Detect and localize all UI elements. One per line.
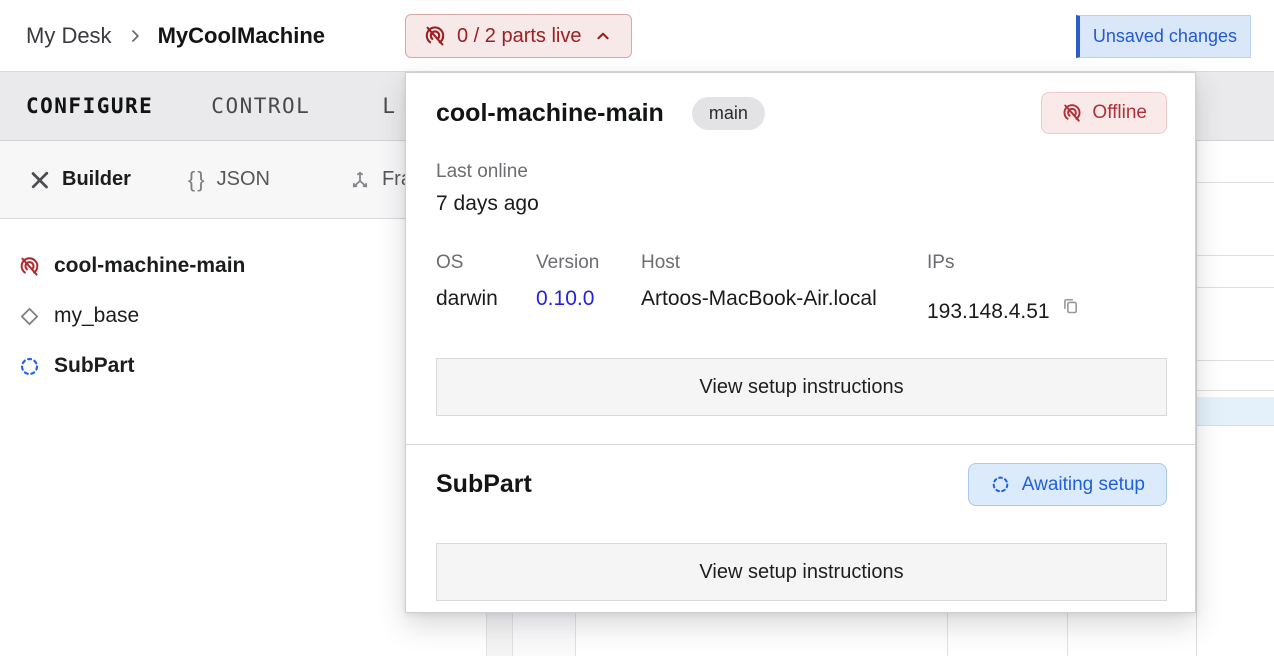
column-divider bbox=[575, 613, 576, 656]
column-divider bbox=[947, 613, 948, 656]
offline-status-label: Offline bbox=[1092, 102, 1147, 124]
frame-axes-icon bbox=[348, 168, 372, 192]
parts-live-status-dropdown[interactable]: 0 / 2 parts live bbox=[405, 14, 632, 58]
version-link[interactable]: 0.10.0 bbox=[536, 287, 641, 311]
mode-builder[interactable]: Builder bbox=[28, 168, 131, 192]
offline-status-badge: Offline bbox=[1041, 92, 1167, 134]
part-name: SubPart bbox=[436, 470, 532, 499]
dashed-circle-icon bbox=[990, 474, 1011, 495]
diamond-icon bbox=[18, 305, 41, 328]
tab-control[interactable]: CONTROL bbox=[211, 94, 310, 118]
awaiting-setup-label: Awaiting setup bbox=[1022, 474, 1145, 496]
version-label: Version bbox=[536, 252, 641, 274]
last-online-value: 7 days ago bbox=[436, 192, 1167, 216]
braces-icon: {} bbox=[188, 167, 207, 193]
mode-json-label: JSON bbox=[217, 168, 270, 191]
sub-part-header: SubPart Awaiting setup bbox=[436, 463, 1167, 506]
sidebar-item-my-base[interactable]: my_base bbox=[0, 291, 404, 341]
top-bar: My Desk MyCoolMachine 0 / 2 parts live U… bbox=[0, 0, 1274, 71]
host-column: Host Artoos-MacBook-Air.local bbox=[641, 252, 927, 324]
tab-logs-partial[interactable]: L bbox=[382, 94, 396, 118]
column-divider bbox=[486, 613, 487, 656]
ip-row: 193.148.4.51 bbox=[927, 287, 1167, 324]
host-label: Host bbox=[641, 252, 927, 274]
sidebar-item-label: SubPart bbox=[54, 354, 135, 378]
machine-status-panel: cool-machine-main main Offline Last onli… bbox=[405, 72, 1196, 613]
parts-live-label: 0 / 2 parts live bbox=[457, 25, 582, 48]
row-divider bbox=[1197, 360, 1274, 361]
tools-icon bbox=[28, 168, 52, 192]
last-online-label: Last online bbox=[436, 161, 1167, 183]
sidebar-item-label: cool-machine-main bbox=[54, 254, 245, 278]
mode-json[interactable]: {} JSON bbox=[188, 167, 270, 193]
chevron-up-icon bbox=[592, 25, 614, 47]
main-part-section: cool-machine-main main Offline Last onli… bbox=[406, 73, 1195, 416]
column-divider bbox=[1067, 613, 1068, 656]
main-part-badge: main bbox=[692, 97, 765, 130]
main-part-header: cool-machine-main main Offline bbox=[436, 91, 1167, 135]
os-value: darwin bbox=[436, 287, 536, 311]
row-divider bbox=[1197, 287, 1274, 288]
part-info-grid: OS darwin Version 0.10.0 Host Artoos-Mac… bbox=[436, 252, 1167, 324]
awaiting-setup-badge: Awaiting setup bbox=[968, 463, 1167, 506]
breadcrumb-machine-name: MyCoolMachine bbox=[158, 23, 325, 49]
machine-parts-sidebar: cool-machine-main my_base SubPart bbox=[0, 241, 404, 391]
row-divider bbox=[1197, 425, 1274, 426]
wifi-off-icon bbox=[1061, 102, 1083, 124]
sub-part-section: SubPart Awaiting setup View setup instru… bbox=[406, 445, 1195, 601]
row-divider bbox=[1197, 390, 1274, 391]
ips-label: IPs bbox=[927, 252, 1167, 274]
mode-builder-label: Builder bbox=[62, 168, 131, 191]
chevron-right-icon bbox=[125, 26, 145, 46]
copy-icon[interactable] bbox=[1060, 295, 1081, 316]
unsaved-changes-label: Unsaved changes bbox=[1093, 26, 1237, 47]
column-divider bbox=[512, 613, 513, 656]
background-table-bottom-edge bbox=[404, 613, 1196, 656]
breadcrumb-my-desk[interactable]: My Desk bbox=[26, 23, 112, 49]
wifi-off-icon bbox=[423, 24, 447, 48]
background-table-right-edge bbox=[1196, 141, 1274, 656]
ips-column: IPs 193.148.4.51 bbox=[927, 252, 1167, 324]
tab-configure[interactable]: CONFIGURE bbox=[26, 94, 153, 118]
os-column: OS darwin bbox=[436, 252, 536, 324]
os-label: OS bbox=[436, 252, 536, 274]
mode-frame[interactable]: Fra bbox=[348, 168, 412, 192]
row-divider bbox=[1197, 182, 1274, 183]
version-column: Version 0.10.0 bbox=[536, 252, 641, 324]
ip-value: 193.148.4.51 bbox=[927, 300, 1050, 324]
unsaved-changes-badge: Unsaved changes bbox=[1076, 15, 1251, 58]
dashed-circle-icon bbox=[18, 355, 41, 378]
wifi-off-icon bbox=[18, 255, 41, 278]
highlighted-row bbox=[1197, 397, 1274, 425]
sidebar-item-subpart[interactable]: SubPart bbox=[0, 341, 404, 391]
table-column-fill bbox=[486, 613, 512, 656]
sidebar-item-label: my_base bbox=[54, 304, 139, 328]
view-setup-instructions-button[interactable]: View setup instructions bbox=[436, 358, 1167, 416]
breadcrumb: My Desk MyCoolMachine bbox=[26, 0, 325, 71]
sidebar-item-cool-machine-main[interactable]: cool-machine-main bbox=[0, 241, 404, 291]
part-name: cool-machine-main bbox=[436, 99, 664, 128]
view-setup-instructions-button[interactable]: View setup instructions bbox=[436, 543, 1167, 601]
row-divider bbox=[1197, 255, 1274, 256]
table-column-fill bbox=[512, 613, 575, 656]
host-value: Artoos-MacBook-Air.local bbox=[641, 287, 927, 311]
